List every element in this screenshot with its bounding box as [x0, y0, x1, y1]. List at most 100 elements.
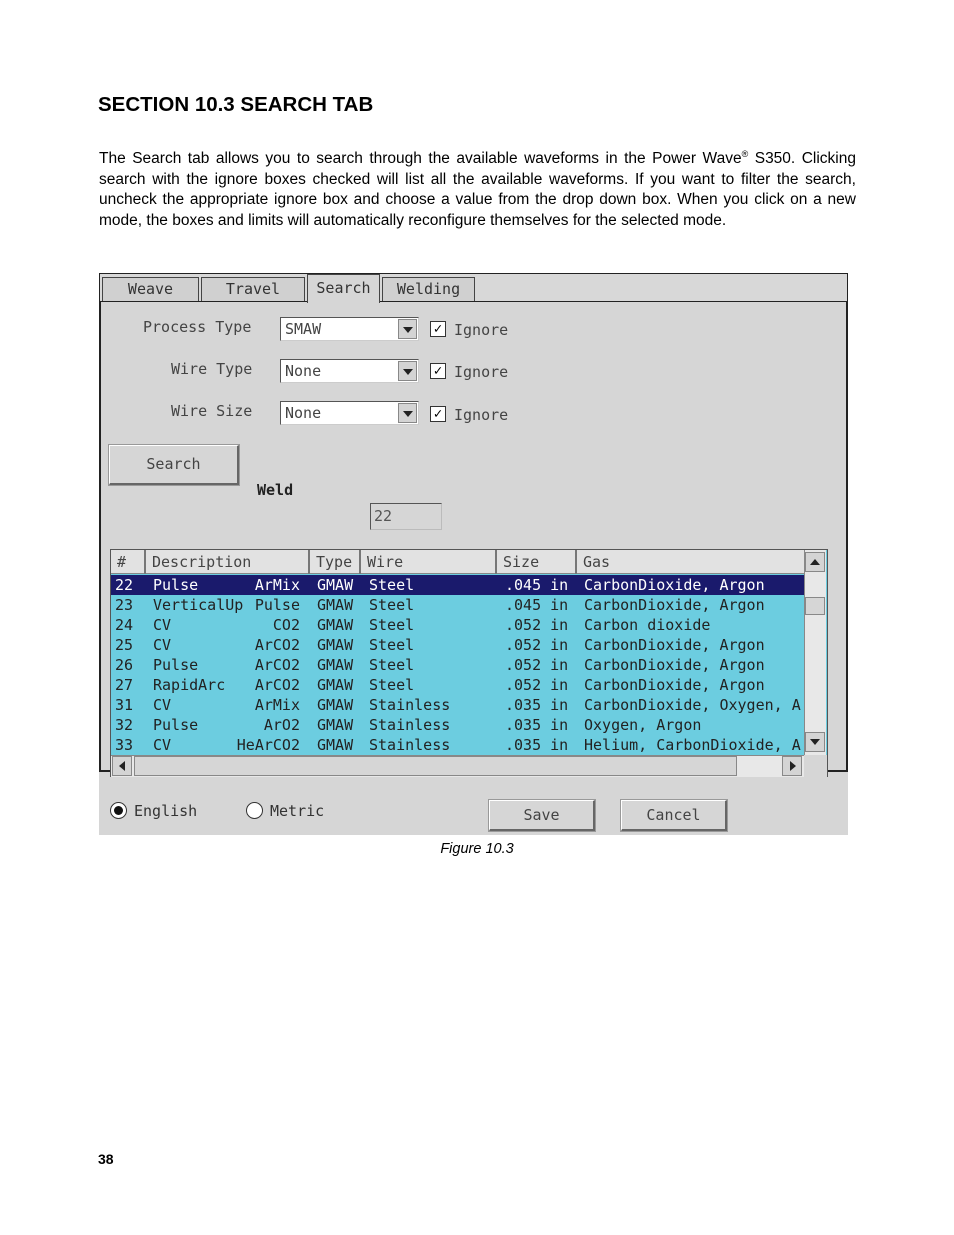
metric-radio[interactable]: [246, 802, 263, 819]
cell-subtype: ArO2: [263, 716, 300, 734]
cell-wire: Steel: [369, 676, 415, 694]
cell-number: 24: [115, 616, 134, 634]
horizontal-scroll-thumb[interactable]: [134, 756, 737, 776]
english-radio[interactable]: [110, 802, 127, 819]
column-header-gas[interactable]: Gas: [577, 550, 804, 574]
weld-label: Weld: [257, 481, 294, 499]
column-header-size[interactable]: Size: [497, 550, 577, 574]
cell-gas: CarbonDioxide, Argon: [584, 636, 765, 654]
cell-number: 33: [115, 736, 134, 754]
wire-size-dropdown[interactable]: None: [280, 401, 419, 425]
cell-subtype: CO2: [272, 616, 300, 634]
cell-wire: Steel: [369, 576, 415, 594]
column-header-description[interactable]: Description: [146, 550, 310, 574]
cell-size: .052 in: [505, 616, 569, 634]
cell-wire: Steel: [369, 616, 415, 634]
scroll-right-icon[interactable]: [782, 756, 802, 776]
chevron-down-icon[interactable]: [398, 403, 417, 423]
table-row[interactable]: 22 Pulse ArMix GMAW Steel .045 in CarbonDioxid…: [111, 575, 804, 595]
column-header-wire[interactable]: Wire: [361, 550, 497, 574]
cell-subtype: ArCO2: [254, 676, 300, 694]
scroll-left-icon[interactable]: [112, 756, 132, 776]
table-row[interactable]: 23 VerticalUp Pulse GMAW Steel .045 in CarbonD…: [111, 595, 804, 615]
tab-travel[interactable]: Travel: [201, 277, 305, 301]
wire-type-dropdown[interactable]: None: [280, 359, 419, 383]
cell-size: .052 in: [505, 656, 569, 674]
cell-gas: CarbonDioxide, Argon: [584, 596, 765, 614]
process-type-label: Process Type: [143, 318, 252, 336]
english-label: English: [134, 802, 198, 820]
save-button[interactable]: Save: [489, 800, 595, 831]
cell-size: .052 in: [505, 676, 569, 694]
table-header: # Description Type Wire Size Gas: [111, 550, 804, 574]
cell-gas: Carbon dioxide: [584, 616, 711, 634]
wire-type-label: Wire Type: [171, 360, 253, 378]
vertical-scrollbar[interactable]: [804, 550, 826, 755]
cell-description: CV: [153, 636, 172, 654]
cell-wire: Steel: [369, 596, 415, 614]
process-type-ignore-checkbox[interactable]: ✓: [430, 321, 446, 337]
cell-wire: Stainless: [369, 736, 451, 754]
cancel-button[interactable]: Cancel: [621, 800, 727, 831]
cell-size: .035 in: [505, 716, 569, 734]
cell-subtype: ArCO2: [254, 656, 300, 674]
cell-type: GMAW: [317, 696, 354, 714]
cell-gas: Oxygen, Argon: [584, 716, 702, 734]
cell-wire: Stainless: [369, 716, 451, 734]
cell-type: GMAW: [317, 596, 354, 614]
tab-weave[interactable]: Weave: [102, 277, 199, 301]
cell-gas: Helium, CarbonDioxide, A: [584, 736, 801, 754]
wire-size-value: None: [285, 404, 322, 422]
cell-number: 31: [115, 696, 134, 714]
cell-type: GMAW: [317, 676, 354, 694]
table-row[interactable]: 33 CV HeArCO2 GMAW Stainless .035 in Helium, C…: [111, 735, 804, 755]
cell-description: RapidArc: [153, 676, 226, 694]
table-row[interactable]: 32 Pulse ArO2 GMAW Stainless .035 in Oxygen, A…: [111, 715, 804, 735]
process-type-ignore-label: Ignore: [454, 321, 509, 339]
table-row[interactable]: 31 CV ArMix GMAW Stainless .035 in CarbonDioxi…: [111, 695, 804, 715]
cell-type: GMAW: [317, 656, 354, 674]
intro-paragraph: The Search tab allows you to search thro…: [99, 149, 856, 229]
table-body: 22 Pulse ArMix GMAW Steel .045 in CarbonDioxid…: [111, 575, 804, 755]
wire-size-ignore-checkbox[interactable]: ✓: [430, 406, 446, 422]
wire-type-ignore-label: Ignore: [454, 363, 509, 381]
cell-wire: Stainless: [369, 696, 451, 714]
cell-gas: CarbonDioxide, Oxygen, A: [584, 696, 801, 714]
cell-description: CV: [153, 696, 172, 714]
scroll-down-icon[interactable]: [805, 732, 825, 752]
tab-search[interactable]: Search: [307, 274, 380, 303]
cell-size: .052 in: [505, 636, 569, 654]
cell-type: GMAW: [317, 736, 354, 754]
table-row[interactable]: 27 RapidArc ArCO2 GMAW Steel .052 in CarbonDio…: [111, 675, 804, 695]
cell-gas: CarbonDioxide, Argon: [584, 676, 765, 694]
chevron-down-icon[interactable]: [398, 361, 417, 381]
table-row[interactable]: 25 CV ArCO2 GMAW Steel .052 in CarbonDioxide, …: [111, 635, 804, 655]
cell-subtype: Pulse: [254, 596, 300, 614]
column-header-number[interactable]: #: [111, 550, 146, 574]
chevron-down-icon[interactable]: [398, 319, 417, 339]
scroll-corner: [804, 755, 827, 777]
wire-size-ignore-label: Ignore: [454, 406, 509, 424]
column-header-type[interactable]: Type: [310, 550, 361, 574]
process-type-value: SMAW: [285, 320, 322, 338]
search-button[interactable]: Search: [109, 445, 239, 485]
tab-welding[interactable]: Welding: [382, 277, 475, 301]
cell-number: 23: [115, 596, 134, 614]
table-row[interactable]: 26 Pulse ArCO2 GMAW Steel .052 in CarbonDioxid…: [111, 655, 804, 675]
scroll-up-icon[interactable]: [805, 552, 825, 572]
cell-number: 26: [115, 656, 134, 674]
cell-size: .035 in: [505, 696, 569, 714]
wire-type-ignore-checkbox[interactable]: ✓: [430, 363, 446, 379]
cell-number: 25: [115, 636, 134, 654]
weld-number-value: 22: [374, 507, 393, 525]
wire-size-label: Wire Size: [171, 402, 253, 420]
cell-type: GMAW: [317, 576, 354, 594]
process-type-dropdown[interactable]: SMAW: [280, 317, 419, 341]
cell-size: .035 in: [505, 736, 569, 754]
cell-gas: CarbonDioxide, Argon: [584, 656, 765, 674]
weld-number-field[interactable]: 22: [370, 503, 442, 530]
vertical-scroll-thumb[interactable]: [805, 597, 825, 615]
page-number: 38: [98, 1151, 114, 1167]
table-row[interactable]: 24 CV CO2 GMAW Steel .052 in Carbon dioxide: [111, 615, 804, 635]
horizontal-scrollbar[interactable]: [111, 755, 804, 777]
